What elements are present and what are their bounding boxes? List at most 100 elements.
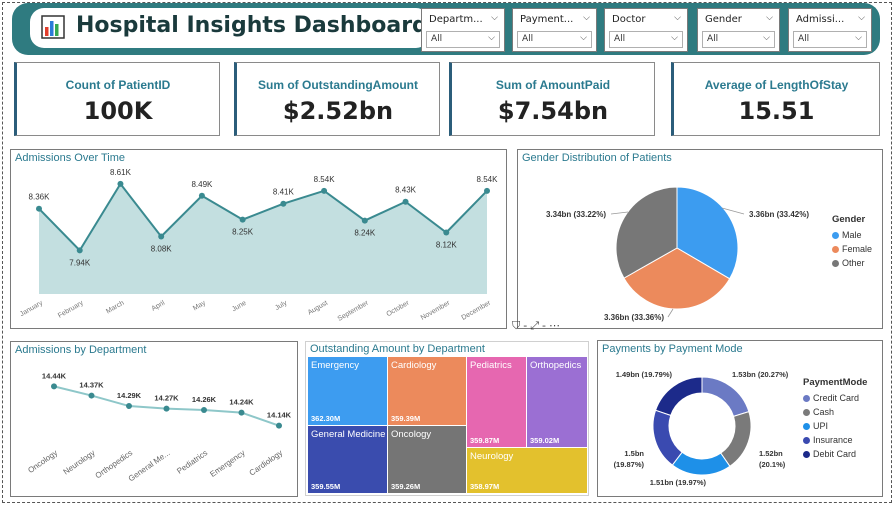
kpi-label: Count of PatientID [65, 78, 171, 92]
chevron-down-icon[interactable]: ⌵ [583, 13, 590, 23]
legend-title: Gender [832, 214, 866, 225]
data-point [201, 406, 207, 413]
data-point [117, 180, 124, 187]
legend-item[interactable]: Male [832, 228, 872, 242]
slicer-dropdown[interactable]: All ⌵ [793, 31, 867, 48]
kpi-card-patient-count[interactable]: Count of PatientID 100K [14, 62, 220, 136]
line-chart-svg: 14.44KOncology14.37KNeurology14.29KOrtho… [26, 371, 292, 483]
payment-mode-slicer[interactable]: Payment... ⌵ All ⌵ [512, 8, 597, 52]
treemap-tile[interactable]: Orthopedics 359.02M [527, 357, 587, 447]
data-label: 3.34bn (33.22%) [546, 210, 606, 219]
x-tick-label: December [461, 299, 493, 322]
bar-chart-icon [41, 15, 65, 39]
gender-distribution-chart[interactable]: Gender Distribution of Patients 3.36bn (… [517, 149, 883, 329]
title-box: Hospital Insights Dashboard [30, 8, 430, 48]
data-label: 14.14K [267, 411, 292, 420]
slicer-title: Gender [705, 14, 742, 25]
slice-insurance [652, 409, 683, 466]
data-point [238, 409, 245, 416]
x-tick-label: October [385, 299, 411, 318]
legend-item[interactable]: Credit Card [803, 391, 867, 405]
slicer-title: Payment... [520, 14, 574, 25]
chart-title: Outstanding Amount by Department [310, 343, 485, 355]
legend-label: UPI [813, 421, 829, 431]
tile-label: Orthopedics [530, 360, 582, 371]
data-label: 8.49K [191, 180, 213, 189]
chevron-down-icon[interactable]: ⌵ [674, 13, 681, 23]
kpi-card-length-of-stay[interactable]: Average of LengthOfStay 15.51 [671, 62, 880, 136]
data-point [402, 198, 409, 205]
admissions-by-department-chart[interactable]: Admissions by Department 14.44K Oncology 1… [10, 341, 298, 497]
slicer-dropdown[interactable]: All ⌵ [702, 31, 775, 48]
more-options-icon[interactable]: ⋯ [549, 319, 560, 332]
payments-by-mode-chart[interactable]: Payments by Payment Mode 1.53bn (20.27%)… [597, 340, 883, 497]
legend-item[interactable]: Female [832, 242, 872, 256]
admission-slicer[interactable]: Admissi... ⌵ All ⌵ [788, 8, 872, 52]
data-point [158, 233, 165, 240]
department-slicer[interactable]: Departm... ⌵ All ⌵ [421, 8, 505, 52]
data-label-line: (19.87%) [614, 460, 645, 469]
legend-item[interactable]: Debit Card [803, 447, 867, 461]
chevron-down-icon[interactable]: ⌵ [491, 13, 498, 23]
x-tick-label: January [19, 299, 44, 318]
legend-item[interactable]: Other [832, 256, 872, 270]
doctor-slicer[interactable]: Doctor ⌵ All ⌵ [604, 8, 688, 52]
legend-item[interactable]: Insurance [803, 433, 867, 447]
legend-swatch [803, 437, 810, 444]
data-label: 8.43K [395, 186, 417, 195]
treemap-tile[interactable]: Oncology 359.26M [388, 426, 466, 493]
focus-mode-icon[interactable]: ⤢ [530, 319, 539, 332]
data-label: 8.08K [151, 244, 173, 253]
filter-icon[interactable]: ⛉ [512, 319, 520, 332]
treemap-tile[interactable]: Neurology 358.97M [467, 448, 587, 493]
kpi-card-outstanding[interactable]: Sum of OutstandingAmount $2.52bn [234, 62, 440, 136]
tile-value: 358.97M [470, 482, 500, 491]
gender-legend: Gender Male Female Other [832, 214, 872, 270]
data-label: 8.24K [354, 229, 376, 238]
data-label: 1.49bn (19.79%) [616, 370, 673, 379]
chevron-down-icon[interactable]: ⌵ [858, 13, 865, 23]
x-tick-label: June [231, 300, 248, 314]
slice-debit-card [654, 376, 703, 417]
data-label-line: (20.1%) [759, 460, 786, 469]
pie-chart-svg: 3.36bn (33.42%) 3.36bn (33.36%) 3.34bn (33… [546, 186, 809, 322]
slicer-value: All [522, 34, 534, 44]
admissions-over-time-chart[interactable]: Admissions Over Time 8.36K January 7.94K Fe… [10, 149, 507, 329]
x-tick-label: April [151, 299, 167, 312]
data-label: 8.36K [29, 193, 51, 202]
separator: - [523, 319, 528, 332]
kpi-value: 100K [83, 97, 153, 125]
gender-slicer[interactable]: Gender ⌵ All ⌵ [697, 8, 780, 52]
tile-label: Emergency [311, 360, 360, 371]
slicer-dropdown[interactable]: All ⌵ [609, 31, 683, 48]
legend-item[interactable]: UPI [803, 419, 867, 433]
data-point [443, 229, 450, 236]
slicer-dropdown[interactable]: All ⌵ [517, 31, 592, 48]
data-point [163, 405, 170, 412]
separator: - [542, 319, 547, 332]
treemap-tile[interactable]: Cardiology 359.39M [388, 357, 466, 425]
kpi-value: $7.54bn [497, 97, 609, 125]
legend-item[interactable]: Cash [803, 405, 867, 419]
chevron-down-icon: ⌵ [580, 33, 587, 43]
treemap-tile[interactable]: General Medicine 359.55M [308, 426, 387, 493]
kpi-value: $2.52bn [282, 97, 394, 125]
visual-toolbar: ⛉ - ⤢ - ⋯ [512, 319, 563, 333]
slicer-value: All [798, 34, 810, 44]
chevron-down-icon[interactable]: ⌵ [766, 13, 773, 23]
treemap-tile[interactable]: Emergency 362.30M [308, 357, 387, 425]
treemap-tile[interactable]: Pediatrics 359.87M [467, 357, 526, 447]
data-point [239, 216, 246, 223]
slicer-dropdown[interactable]: All ⌵ [426, 31, 500, 48]
page-title: Hospital Insights Dashboard [76, 13, 428, 38]
data-label: 14.44K [42, 371, 67, 380]
area-fill [39, 183, 487, 294]
payment-mode-legend: PaymentMode Credit Card Cash UPI Insurance D… [803, 377, 867, 461]
outstanding-by-department-chart[interactable]: Outstanding Amount by Department Emergen… [305, 341, 589, 496]
legend-swatch [832, 246, 839, 253]
tile-label: Pediatrics [470, 360, 512, 371]
data-label: 14.29K [117, 391, 142, 400]
kpi-card-amount-paid[interactable]: Sum of AmountPaid $7.54bn [449, 62, 655, 136]
tile-value: 359.55M [311, 482, 341, 491]
data-point [88, 392, 95, 399]
